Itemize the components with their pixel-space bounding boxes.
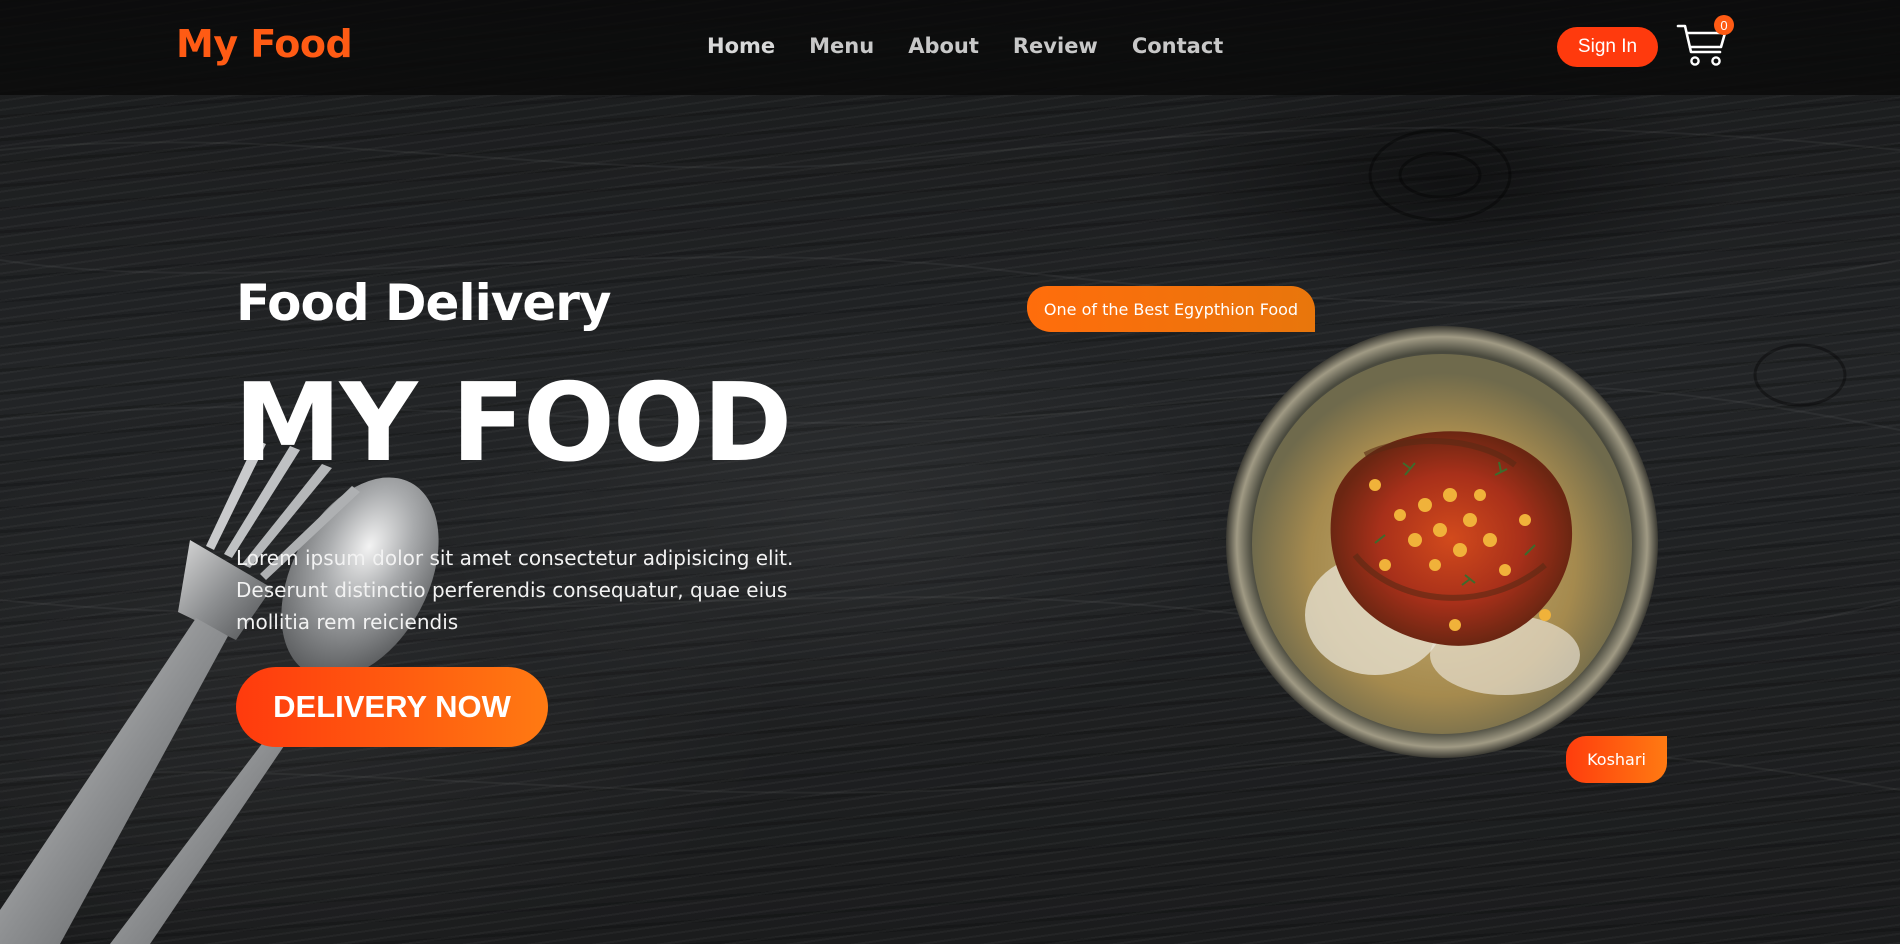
delivery-now-button[interactable]: DELIVERY NOW xyxy=(236,667,548,747)
hero-description: Lorem ipsum dolor sit amet consectetur a… xyxy=(236,546,794,634)
hero-subtitle: Food Delivery xyxy=(236,274,611,332)
dish-name-badge: Koshari xyxy=(1566,736,1667,783)
cart-count-badge: 0 xyxy=(1714,15,1734,35)
nav-review[interactable]: Review xyxy=(1013,34,1098,58)
nav-contact[interactable]: Contact xyxy=(1132,34,1224,58)
top-navbar: My Food Home Menu About Review Contact S… xyxy=(0,0,1900,95)
nav-home[interactable]: Home xyxy=(707,34,775,58)
nav-menu[interactable]: Menu xyxy=(809,34,874,58)
hero-title: MY FOOD xyxy=(234,361,792,486)
koshari-bowl-image xyxy=(1226,326,1658,758)
cart-button[interactable]: 0 xyxy=(1676,15,1734,68)
nav-about[interactable]: About xyxy=(908,34,979,58)
site-logo[interactable]: My Food xyxy=(176,22,353,66)
main-nav: Home Menu About Review Contact xyxy=(707,34,1257,58)
sign-in-button[interactable]: Sign In xyxy=(1557,27,1658,67)
